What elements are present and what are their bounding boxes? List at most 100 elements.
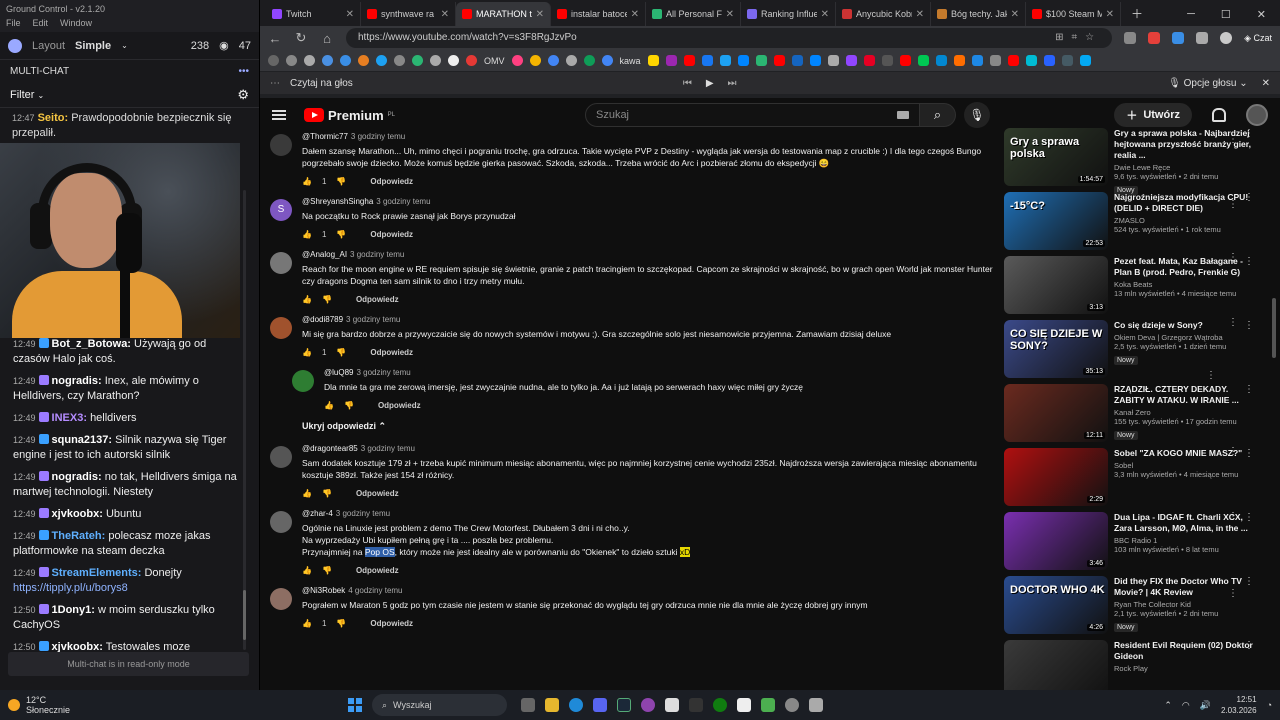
bookmark-icon[interactable] xyxy=(953,55,965,66)
channel-name[interactable]: Rock Play xyxy=(1114,664,1254,673)
close-icon[interactable]: ✕ xyxy=(1257,8,1266,21)
browser-tab[interactable]: synthwave ra ✕ xyxy=(361,2,456,26)
bookmark-icon[interactable] xyxy=(737,55,749,66)
voice-options-button[interactable]: 🎙 Opcje głosu ⌄ xyxy=(1168,78,1247,89)
comment-author[interactable]: @Analog_AI xyxy=(302,250,347,259)
notifications-icon[interactable] xyxy=(1212,108,1226,122)
bookmark-icon[interactable] xyxy=(547,55,559,66)
profile-avatar[interactable] xyxy=(1220,32,1233,44)
video-thumbnail[interactable]: 2:29 xyxy=(1004,448,1108,506)
bookmark-icon[interactable] xyxy=(340,55,351,66)
more-actions-icon[interactable]: ⋮ xyxy=(1244,640,1254,651)
comment-time[interactable]: 4 godziny temu xyxy=(348,586,402,595)
comment-avatar[interactable] xyxy=(270,252,292,274)
comment-avatar[interactable] xyxy=(270,511,292,533)
comment-time[interactable]: 3 godziny temu xyxy=(376,197,430,206)
bookmark-icon[interactable] xyxy=(791,55,803,66)
chat-link[interactable]: https://tipply.pl/u/borys8 xyxy=(13,582,128,594)
bookmark-icon[interactable] xyxy=(1025,55,1037,66)
bookmark-icon[interactable] xyxy=(971,55,983,66)
more-actions-icon[interactable]: ⋮ xyxy=(1244,576,1254,587)
video-thumbnail[interactable]: -15°C? 22:53 xyxy=(1004,192,1108,250)
wifi-icon[interactable]: ◠ xyxy=(1182,700,1190,711)
close-tab-icon[interactable]: ✕ xyxy=(441,9,449,20)
more-actions-icon[interactable]: ⋮ xyxy=(1244,512,1254,523)
steam-icon[interactable] xyxy=(617,698,631,712)
next-icon[interactable]: ⏭ xyxy=(728,78,737,89)
notification-center-icon[interactable]: ◔ xyxy=(1267,700,1272,710)
close-tab-icon[interactable]: ✕ xyxy=(1106,9,1114,20)
video-thumbnail[interactable]: 3:46 xyxy=(1004,512,1108,570)
youtube-logo[interactable]: Premium PL xyxy=(304,108,395,123)
app-icon[interactable] xyxy=(809,698,823,712)
bookmark-icon[interactable] xyxy=(845,55,857,66)
comment-avatar[interactable]: S xyxy=(270,199,292,221)
file-explorer-icon[interactable] xyxy=(545,698,559,712)
video-title[interactable]: Did they FIX the Doctor Who TV Movie? | … xyxy=(1114,576,1254,598)
comment-time[interactable]: 3 godziny temu xyxy=(350,250,404,259)
related-video[interactable]: 12:11 RZĄDZIŁ. CZTERY DEKADY. ZABITY W AT… xyxy=(1004,384,1254,448)
video-title[interactable]: Dua Lipa - IDGAF ft. Charli XCX, Zara La… xyxy=(1114,512,1254,534)
weather-widget[interactable]: 12°C Słonecznie xyxy=(8,695,348,715)
channel-name[interactable]: BBC Radio 1 xyxy=(1114,536,1254,545)
play-icon[interactable]: ▶ xyxy=(706,78,714,89)
channel-name[interactable]: Okiem Deva | Grzegorz Wątroba xyxy=(1114,333,1254,342)
hide-replies-button[interactable]: Ukryj odpowiedzi ⌃ xyxy=(302,421,998,432)
dislike-icon[interactable]: 👎 xyxy=(322,489,332,498)
like-icon[interactable]: 👍 xyxy=(302,295,312,304)
extension-icon[interactable] xyxy=(1124,32,1137,44)
bookmark-icon[interactable] xyxy=(304,55,315,66)
channel-name[interactable]: ZMASLO xyxy=(1114,216,1254,225)
browser-tab[interactable]: All Personal Feeds ✕ xyxy=(646,2,741,26)
video-title[interactable]: RZĄDZIŁ. CZTERY DEKADY. ZABITY W ATAKU. … xyxy=(1114,384,1254,406)
bookmark-icon[interactable] xyxy=(601,55,613,66)
more-icon[interactable]: ⋯ xyxy=(270,78,280,89)
close-tab-icon[interactable]: ✕ xyxy=(726,9,734,20)
terminal-icon[interactable] xyxy=(689,698,703,712)
reply-button[interactable]: Odpowiedz xyxy=(370,177,413,186)
bookmark-icon[interactable] xyxy=(1079,55,1091,66)
dislike-icon[interactable]: 👎 xyxy=(336,348,346,357)
menu-edit[interactable]: Edit xyxy=(33,18,49,32)
reply-button[interactable]: Odpowiedz xyxy=(370,619,413,628)
dislike-icon[interactable]: 👎 xyxy=(344,401,354,410)
comment-author[interactable]: @zhar-4 xyxy=(302,509,333,518)
related-video[interactable]: 3:13 Pezet feat. Mata, Kaz Bałagane - Pla… xyxy=(1004,256,1254,320)
taskbar-search[interactable]: ⌕ Wyszukaj xyxy=(372,694,507,716)
video-thumbnail[interactable]: CO SIĘ DZIEJE W SONY? 35:13 xyxy=(1004,320,1108,378)
bookmark-kawa[interactable]: kawa xyxy=(620,56,641,66)
app-icon[interactable] xyxy=(737,698,751,712)
extension-icon[interactable] xyxy=(1148,32,1161,44)
related-video[interactable]: Gry a sprawa polska 1:54:57 Gry a sprawa p… xyxy=(1004,128,1254,195)
video-thumbnail[interactable]: 3:13 xyxy=(1004,256,1108,314)
bookmark-icon[interactable] xyxy=(665,55,677,66)
related-video[interactable]: DOCTOR WHO 4K 4:26 Did they FIX the Doctor… xyxy=(1004,576,1254,640)
comment-avatar[interactable] xyxy=(270,134,292,156)
filter-button[interactable]: Filter ⌄ xyxy=(10,89,44,101)
clock[interactable]: 12:51 2.03.2026 xyxy=(1221,694,1257,716)
more-actions-icon[interactable]: ⋮ xyxy=(1244,320,1254,331)
bookmark-icon[interactable] xyxy=(863,55,875,66)
keyboard-icon[interactable] xyxy=(896,111,909,119)
reply-button[interactable]: Odpowiedz xyxy=(378,401,421,410)
comment-avatar[interactable] xyxy=(270,588,292,610)
video-thumbnail[interactable]: Gry a sprawa polska 1:54:57 xyxy=(1004,128,1108,186)
video-thumbnail[interactable] xyxy=(1004,640,1108,690)
related-video[interactable]: Resident Evil Requiem (02) Doktor Gideon… xyxy=(1004,640,1254,690)
page-scrollbar[interactable] xyxy=(1272,298,1276,358)
app-icon[interactable] xyxy=(761,698,775,712)
menu-file[interactable]: File xyxy=(6,18,21,32)
like-icon[interactable]: 👍 xyxy=(302,348,312,357)
maximize-icon[interactable]: ☐ xyxy=(1221,8,1231,21)
comment-author[interactable]: @ShreyanshSingha xyxy=(302,197,373,206)
close-tab-icon[interactable]: ✕ xyxy=(1011,9,1019,20)
bookmark-icon[interactable] xyxy=(466,55,477,66)
video-title[interactable]: Co się dzieje w Sony? xyxy=(1114,320,1254,331)
bookmark-icon[interactable] xyxy=(1043,55,1055,66)
url-actions-icon[interactable]: ⊞⌗☆ xyxy=(1055,28,1102,48)
chevron-down-icon[interactable]: ⌄ xyxy=(121,41,128,50)
comment-time[interactable]: 3 godziny temu xyxy=(351,132,405,141)
more-actions-icon[interactable]: ⋮ xyxy=(1244,192,1254,203)
bookmark-icon[interactable] xyxy=(1007,55,1019,66)
browser-tab[interactable]: Ranking Influencer ✕ xyxy=(741,2,836,26)
